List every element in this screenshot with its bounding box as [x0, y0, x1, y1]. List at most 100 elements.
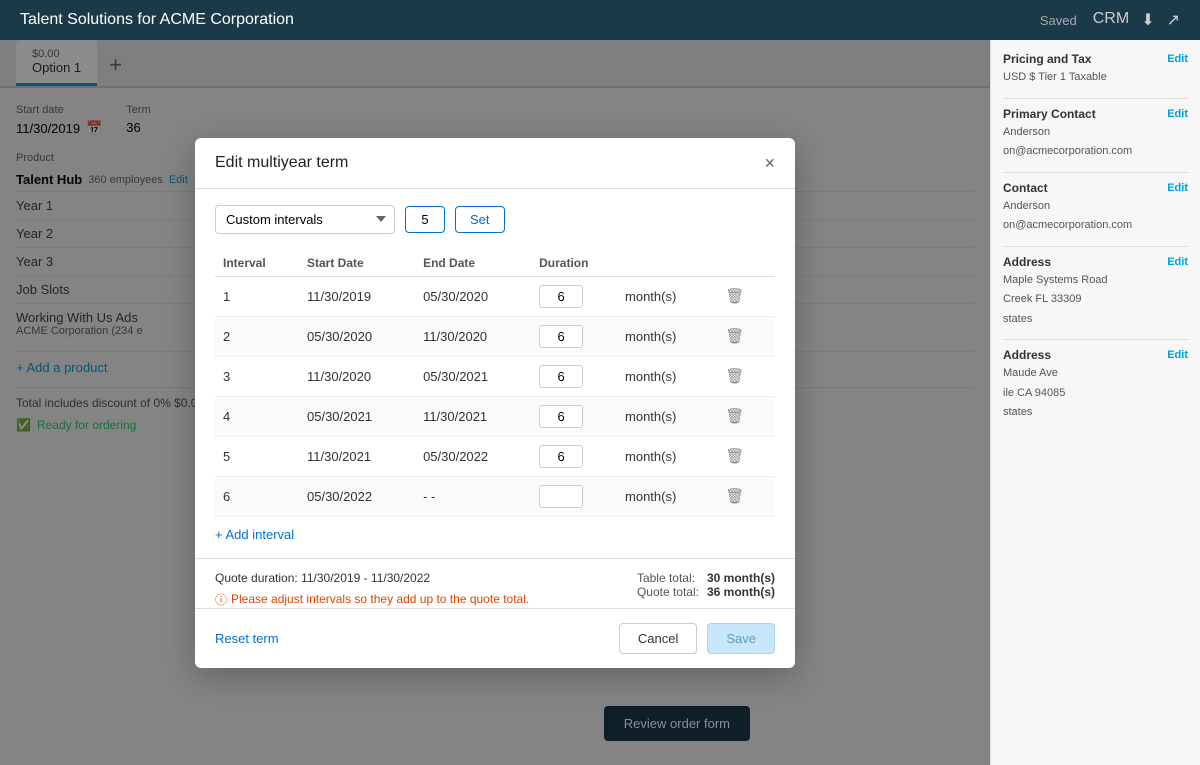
delete-cell: 🗑 [713, 476, 775, 516]
delete-row-button[interactable]: 🗑 [721, 485, 748, 507]
delete-cell: 🗑 [713, 356, 775, 396]
duration-input[interactable] [539, 445, 583, 468]
quote-duration-val: 11/30/2019 - 11/30/2022 [301, 571, 430, 585]
warning-text: ⓘ Please adjust intervals so they add up… [215, 591, 529, 608]
start-date-cell: 05/30/2022 [299, 476, 415, 516]
duration-unit-cell: month(s) [617, 316, 713, 356]
start-date-cell: 11/30/2019 [299, 276, 415, 316]
export-icon[interactable]: ↗ [1167, 10, 1180, 30]
delete-row-button[interactable]: 🗑 [721, 405, 748, 427]
delete-cell: 🗑 [713, 436, 775, 476]
duration-input[interactable] [539, 285, 583, 308]
delete-cell: 🗑 [713, 316, 775, 356]
duration-input[interactable] [539, 405, 583, 428]
duration-cell [531, 316, 617, 356]
duration-unit-cell: month(s) [617, 356, 713, 396]
modal-close-button[interactable]: × [764, 154, 775, 172]
saved-status: Saved [1040, 13, 1077, 28]
top-nav: Talent Solutions for ACME Corporation Sa… [0, 0, 1200, 40]
end-date-cell: 11/30/2020 [415, 316, 531, 356]
main-area: $0.00 Option 1 + Start date 11/30/2019 📅… [0, 40, 1200, 765]
warning-message: Please adjust intervals so they add up t… [231, 592, 529, 606]
duration-unit-cell: month(s) [617, 276, 713, 316]
end-date-cell: 05/30/2021 [415, 356, 531, 396]
top-nav-icons: CRM ⬇ ↗ [1093, 10, 1180, 30]
modal-dialog: Edit multiyear term × Custom intervals S… [195, 138, 795, 668]
delete-row-button[interactable]: 🗑 [721, 285, 748, 307]
interval-num-cell: 3 [215, 356, 299, 396]
address2-edit[interactable]: Edit [1167, 349, 1188, 361]
top-nav-right: Saved CRM ⬇ ↗ [1040, 10, 1180, 30]
start-date-cell: 11/30/2020 [299, 356, 415, 396]
quote-duration-label: Quote duration: [215, 571, 298, 585]
duration-cell [531, 476, 617, 516]
table-row: 2 05/30/2020 11/30/2020 month(s) 🗑 [215, 316, 775, 356]
cancel-button[interactable]: Cancel [619, 623, 697, 654]
duration-input[interactable] [539, 325, 583, 348]
primary-contact-name: Anderson [1003, 124, 1188, 141]
table-row: 3 11/30/2020 05/30/2021 month(s) 🗑 [215, 356, 775, 396]
crm-label[interactable]: CRM [1093, 10, 1129, 30]
table-row: 4 05/30/2021 11/30/2021 month(s) 🗑 [215, 396, 775, 436]
duration-cell [531, 276, 617, 316]
modal-info: Quote duration: 11/30/2019 - 11/30/2022 … [195, 558, 795, 608]
table-total-label: Table total: [637, 571, 695, 585]
left-panel: $0.00 Option 1 + Start date 11/30/2019 📅… [0, 40, 990, 765]
pricing-edit[interactable]: Edit [1167, 53, 1188, 65]
duration-cell [531, 356, 617, 396]
address2-section: Address Edit Maude Ave ile CA 94085 stat… [1003, 348, 1188, 421]
modal-body: Custom intervals Set Interval Start Date… [195, 189, 795, 558]
contact-email: on@acmecorporation.com [1003, 217, 1188, 234]
set-button[interactable]: Set [455, 206, 505, 233]
col-end-date: End Date [415, 250, 531, 277]
delete-row-button[interactable]: 🗑 [721, 325, 748, 347]
quote-duration: Quote duration: 11/30/2019 - 11/30/2022 [215, 571, 529, 585]
pricing-label: Pricing and Tax [1003, 52, 1091, 66]
col-start-date: Start Date [299, 250, 415, 277]
interval-num-cell: 6 [215, 476, 299, 516]
primary-contact-label: Primary Contact [1003, 107, 1096, 121]
contact-name: Anderson [1003, 198, 1188, 215]
save-button[interactable]: Save [707, 623, 775, 654]
footer-buttons: Cancel Save [619, 623, 775, 654]
contact-section: Contact Edit Anderson on@acmecorporation… [1003, 181, 1188, 234]
delete-cell: 🗑 [713, 276, 775, 316]
address1-section: Address Edit Maple Systems Road Creek FL… [1003, 255, 1188, 328]
address2-label: Address [1003, 348, 1051, 362]
quote-total-row: Quote total: 36 month(s) [637, 585, 775, 599]
modal-header: Edit multiyear term × [195, 138, 795, 189]
end-date-cell: 05/30/2020 [415, 276, 531, 316]
delete-row-button[interactable]: 🗑 [721, 445, 748, 467]
quote-total-val: 36 month(s) [707, 585, 775, 599]
interval-type-select[interactable]: Custom intervals [215, 205, 395, 234]
download-icon[interactable]: ⬇ [1141, 10, 1154, 30]
delete-row-button[interactable]: 🗑 [721, 365, 748, 387]
duration-cell [531, 436, 617, 476]
reset-term-button[interactable]: Reset term [215, 631, 279, 646]
end-date-cell: 05/30/2022 [415, 436, 531, 476]
start-date-cell: 05/30/2020 [299, 316, 415, 356]
end-date-cell: - - [415, 476, 531, 516]
address1-line3: states [1003, 311, 1188, 328]
duration-input[interactable] [539, 365, 583, 388]
duration-unit-cell: month(s) [617, 396, 713, 436]
interval-num-cell: 1 [215, 276, 299, 316]
table-row: 1 11/30/2019 05/30/2020 month(s) 🗑 [215, 276, 775, 316]
duration-input[interactable] [539, 485, 583, 508]
primary-contact-edit[interactable]: Edit [1167, 108, 1188, 120]
pricing-info: USD $ Tier 1 Taxable [1003, 69, 1188, 86]
pricing-title: Pricing and Tax Edit [1003, 52, 1188, 66]
delete-cell: 🗑 [713, 396, 775, 436]
address1-edit[interactable]: Edit [1167, 256, 1188, 268]
address2-line1: Maude Ave [1003, 365, 1188, 382]
col-interval: Interval [215, 250, 299, 277]
interval-num-input[interactable] [405, 206, 445, 233]
interval-type-row: Custom intervals Set [215, 205, 775, 234]
primary-contact-section: Primary Contact Edit Anderson on@acmecor… [1003, 107, 1188, 160]
address1-title: Address Edit [1003, 255, 1188, 269]
add-interval-button[interactable]: + Add interval [215, 527, 294, 542]
duration-unit-cell: month(s) [617, 436, 713, 476]
quote-total-label: Quote total: [637, 585, 699, 599]
contact-edit[interactable]: Edit [1167, 182, 1188, 194]
address1-line2: Creek FL 33309 [1003, 291, 1188, 308]
